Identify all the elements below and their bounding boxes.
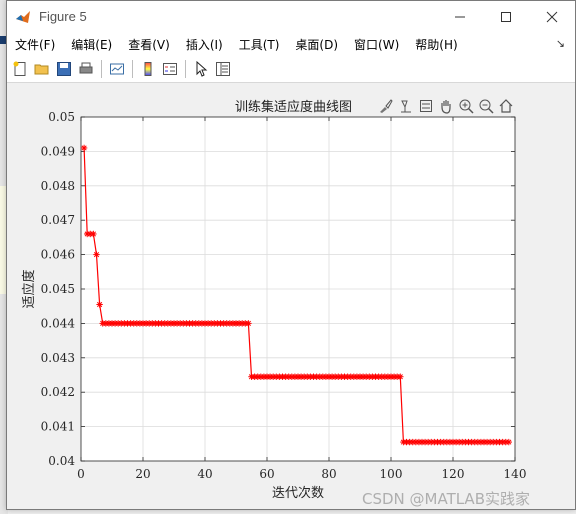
x-tick-label: 120	[442, 467, 465, 481]
open-folder-icon	[34, 64, 49, 74]
menu-insert[interactable]: 插入(I)	[186, 36, 223, 53]
restore-view-button[interactable]	[497, 98, 515, 114]
y-tick-label: 0.04	[48, 454, 75, 468]
pan-icon	[441, 100, 451, 114]
y-tick-label: 0.041	[41, 420, 75, 434]
property-editor-icon	[216, 61, 230, 76]
x-axis-label: 迭代次数	[272, 485, 324, 501]
y-tick-label: 0.047	[41, 213, 75, 227]
y-tick-label: 0.042	[41, 385, 75, 399]
close-icon	[546, 11, 558, 23]
y-tick-label: 0.048	[41, 179, 75, 193]
x-tick-label: 100	[380, 467, 403, 481]
zoom-out-icon	[479, 99, 494, 114]
chart-svg: 0 20 40 60 80 100 120 140 0.04 0.041 0.042 0.043 0.0…	[21, 110, 527, 501]
pointer-icon	[196, 60, 208, 77]
menu-edit[interactable]: 编辑(E)	[71, 36, 112, 53]
legend-icon	[163, 62, 177, 75]
brush-icon	[380, 99, 393, 113]
y-tick-label: 0.046	[41, 248, 75, 262]
print-icon	[79, 62, 93, 73]
x-tick-label: 20	[135, 467, 150, 481]
y-axis-label: 适应度	[21, 269, 37, 308]
chart-title: 训练集适应度曲线图	[235, 100, 353, 115]
y-tick-label: 0.049	[41, 144, 75, 158]
y-tick-label: 0.043	[41, 351, 75, 365]
minimize-button[interactable]	[437, 1, 483, 33]
home-icon	[499, 99, 513, 113]
link-plot-icon	[110, 63, 124, 74]
zoom-in-icon	[459, 99, 474, 114]
y-tick-label: 0.045	[41, 282, 75, 296]
menu-bar: 文件(F) 编辑(E) 查看(V) 插入(I) 工具(T) 桌面(D) 窗口(W…	[7, 33, 575, 55]
figure-canvas: 0 20 40 60 80 100 120 140 0.04 0.041 0.042 0.043 0.0…	[7, 84, 575, 509]
zoom-out-button[interactable]	[477, 98, 495, 114]
data-point-marker	[505, 438, 512, 446]
close-button[interactable]	[529, 1, 575, 33]
menu-help[interactable]: 帮助(H)	[415, 36, 457, 53]
menu-view[interactable]: 查看(V)	[128, 36, 170, 53]
menu-window[interactable]: 窗口(W)	[354, 36, 399, 53]
y-tick-label: 0.05	[48, 110, 75, 124]
data-cursor-button[interactable]	[417, 98, 435, 114]
link-plot-button[interactable]	[106, 58, 128, 80]
minimize-icon	[455, 16, 465, 18]
maximize-icon	[501, 12, 511, 22]
colorbar-icon	[144, 61, 152, 76]
colorbar-button[interactable]	[137, 58, 159, 80]
pan-button[interactable]	[437, 98, 455, 114]
legend-button[interactable]	[159, 58, 181, 80]
maximize-button[interactable]	[483, 1, 529, 33]
menu-desktop[interactable]: 桌面(D)	[295, 36, 338, 53]
save-button[interactable]	[53, 58, 75, 80]
data-cursor-icon	[420, 100, 432, 112]
edit-plot-button[interactable]	[190, 58, 212, 80]
figure-window: Figure 5 文件(F) 编辑(E) 查看(V) 插入(I) 工具(T) 桌…	[6, 0, 576, 510]
toolbar-separator	[132, 59, 133, 78]
print-button[interactable]	[75, 58, 97, 80]
x-tick-label: 0	[77, 467, 85, 481]
x-tick-label: 140	[504, 467, 527, 481]
window-title: Figure 5	[39, 9, 87, 24]
property-editor-button[interactable]	[212, 58, 234, 80]
matlab-logo-icon	[16, 11, 30, 23]
new-figure-button[interactable]	[9, 58, 31, 80]
x-tick-label: 80	[321, 467, 336, 481]
toolbar-separator	[101, 59, 102, 78]
open-button[interactable]	[31, 58, 53, 80]
y-tick-label: 0.044	[41, 316, 76, 330]
new-figure-icon	[13, 61, 26, 76]
figure-toolbar	[7, 55, 575, 83]
watermark: CSDN @MATLAB实践家	[362, 490, 530, 508]
data-tips-icon	[401, 100, 411, 113]
axes-toolbar	[377, 98, 515, 114]
x-tick-label: 40	[197, 467, 212, 481]
save-icon	[57, 61, 71, 76]
data-tips-button[interactable]	[397, 98, 415, 114]
x-tick-label: 60	[259, 467, 274, 481]
brush-button[interactable]	[377, 98, 395, 114]
menu-tools[interactable]: 工具(T)	[239, 36, 280, 53]
zoom-in-button[interactable]	[457, 98, 475, 114]
menu-file[interactable]: 文件(F)	[15, 36, 55, 53]
title-bar[interactable]: Figure 5	[7, 1, 575, 33]
toolbar-separator	[185, 59, 186, 78]
dock-arrow-icon[interactable]: ↘	[556, 37, 565, 50]
